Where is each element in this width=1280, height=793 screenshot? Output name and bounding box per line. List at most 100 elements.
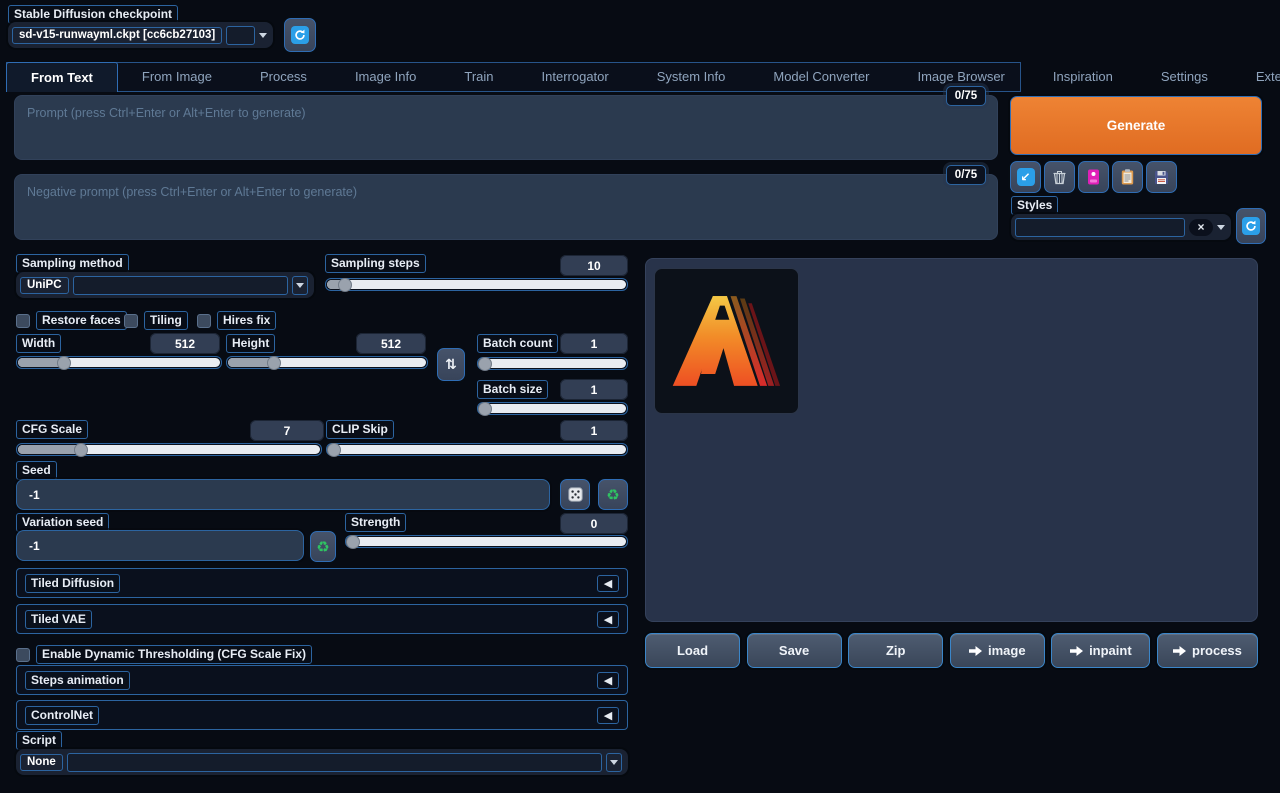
tab-image-info[interactable]: Image Info [331,63,440,91]
tiling-checkbox[interactable] [124,314,138,328]
chevron-down-button[interactable] [292,276,308,295]
tab-from-text[interactable]: From Text [6,62,118,92]
styles-input[interactable] [1015,218,1185,237]
paste-params-button[interactable]: ↙ [1010,161,1041,193]
height-value[interactable]: 512 [356,333,426,354]
save-style-button[interactable] [1146,161,1177,193]
accordion-tiled-vae[interactable]: Tiled VAE ◀ [16,604,628,634]
refresh-icon [1242,217,1260,235]
random-seed-button[interactable] [560,479,590,510]
tab-system-info[interactable]: System Info [633,63,750,91]
script-value[interactable]: None [20,754,63,771]
save-button-label: Save [779,643,809,658]
script-input[interactable] [67,753,602,772]
collapse-arrow-icon[interactable]: ◀ [597,575,619,592]
checkpoint-search-input[interactable] [226,26,255,45]
refresh-styles-button[interactable] [1236,208,1266,244]
tab-inspiration[interactable]: Inspiration [1029,63,1137,91]
zip-button[interactable]: Zip [848,633,943,668]
prompt-token-counter: 0/75 [946,86,986,106]
dice-icon [568,487,583,502]
styles-dropdown[interactable]: × [1011,214,1231,240]
send-to-inpaint-button[interactable]: inpaint [1051,633,1150,668]
sampling-method-dropdown[interactable]: UniPC [16,272,314,298]
cfg-scale-value[interactable]: 7 [250,420,324,441]
trash-icon [1052,169,1067,185]
negative-prompt-textarea[interactable]: Negative prompt (press Ctrl+Enter or Alt… [14,174,998,240]
restore-faces-option: Restore faces [16,311,127,330]
script-label: Script [16,731,62,750]
width-slider[interactable] [16,356,222,369]
load-button[interactable]: Load [645,633,740,668]
cfg-scale-slider[interactable] [16,443,322,456]
strength-label: Strength [345,513,406,532]
tiling-label[interactable]: Tiling [144,311,188,330]
tab-interrogator[interactable]: Interrogator [518,63,633,91]
refresh-checkpoints-button[interactable] [284,18,316,52]
send-to-image-label: image [988,643,1026,658]
tab-train[interactable]: Train [440,63,517,91]
extra-networks-button[interactable] [1078,161,1109,193]
reuse-variation-seed-button[interactable]: ♻ [310,531,336,562]
styles-clear-button[interactable]: × [1189,219,1213,236]
clear-prompt-button[interactable] [1044,161,1075,193]
accordion-controlnet[interactable]: ControlNet ◀ [16,700,628,730]
negative-prompt-placeholder: Negative prompt (press Ctrl+Enter or Alt… [27,185,357,199]
stable-diffusion-webui: Stable Diffusion checkpoint sd-v15-runwa… [0,0,1280,793]
chevron-down-icon[interactable] [259,33,267,38]
sampling-steps-slider[interactable] [325,278,628,291]
floppy-disk-icon [1154,170,1169,185]
dynamic-thresholding-label[interactable]: Enable Dynamic Thresholding (CFG Scale F… [36,645,312,664]
tab-model-converter[interactable]: Model Converter [749,63,893,91]
checkpoint-dropdown[interactable]: sd-v15-runwayml.ckpt [cc6cb27103] [8,22,273,48]
swap-dimensions-button[interactable]: ⇅ [437,348,465,381]
collapse-arrow-icon[interactable]: ◀ [597,672,619,689]
save-button[interactable]: Save [747,633,842,668]
gallery-thumbnail[interactable] [654,268,799,414]
apply-style-button[interactable] [1112,161,1143,193]
collapse-arrow-icon[interactable]: ◀ [597,611,619,628]
tiled-diffusion-label: Tiled Diffusion [25,574,120,593]
send-to-process-button[interactable]: process [1157,633,1258,668]
strength-slider[interactable] [345,535,628,548]
tab-settings[interactable]: Settings [1137,63,1232,91]
tab-from-image[interactable]: From Image [118,63,236,91]
strength-value[interactable]: 0 [560,513,628,534]
generate-button[interactable]: Generate [1010,96,1262,155]
dynamic-thresholding-checkbox[interactable] [16,648,30,662]
batch-count-slider[interactable] [477,357,628,370]
height-slider[interactable] [226,356,428,369]
reuse-seed-button[interactable]: ♻ [598,479,628,510]
tab-extensions[interactable]: Extensions [1232,63,1280,91]
batch-size-value[interactable]: 1 [560,379,628,400]
batch-size-slider[interactable] [477,402,628,415]
accordion-tiled-diffusion[interactable]: Tiled Diffusion ◀ [16,568,628,598]
checkpoint-value[interactable]: sd-v15-runwayml.ckpt [cc6cb27103] [12,27,222,44]
script-dropdown[interactable]: None [16,749,628,775]
batch-count-value[interactable]: 1 [560,333,628,354]
restore-faces-checkbox[interactable] [16,314,30,328]
width-label: Width [16,334,61,353]
hires-fix-checkbox[interactable] [197,314,211,328]
sampling-method-input[interactable] [73,276,289,295]
sampling-method-value[interactable]: UniPC [20,277,69,294]
width-value[interactable]: 512 [150,333,220,354]
seed-input[interactable]: -1 [16,479,550,510]
hires-fix-label[interactable]: Hires fix [217,311,276,330]
collapse-arrow-icon[interactable]: ◀ [597,707,619,724]
restore-faces-label[interactable]: Restore faces [36,311,127,330]
send-to-image-button[interactable]: image [950,633,1045,668]
send-to-process-label: process [1192,643,1242,658]
variation-seed-input[interactable]: -1 [16,530,304,561]
clip-skip-slider[interactable] [326,443,628,456]
accordion-steps-animation[interactable]: Steps animation ◀ [16,665,628,695]
chevron-down-button[interactable] [606,753,622,772]
sampling-steps-value[interactable]: 10 [560,255,628,276]
prompt-textarea[interactable]: Prompt (press Ctrl+Enter or Alt+Enter to… [14,95,998,160]
chevron-down-icon[interactable] [1217,225,1225,230]
styles-label: Styles [1011,196,1058,215]
paste-arrow-icon: ↙ [1017,168,1035,186]
output-gallery[interactable] [645,258,1258,622]
tab-process[interactable]: Process [236,63,331,91]
clip-skip-value[interactable]: 1 [560,420,628,441]
